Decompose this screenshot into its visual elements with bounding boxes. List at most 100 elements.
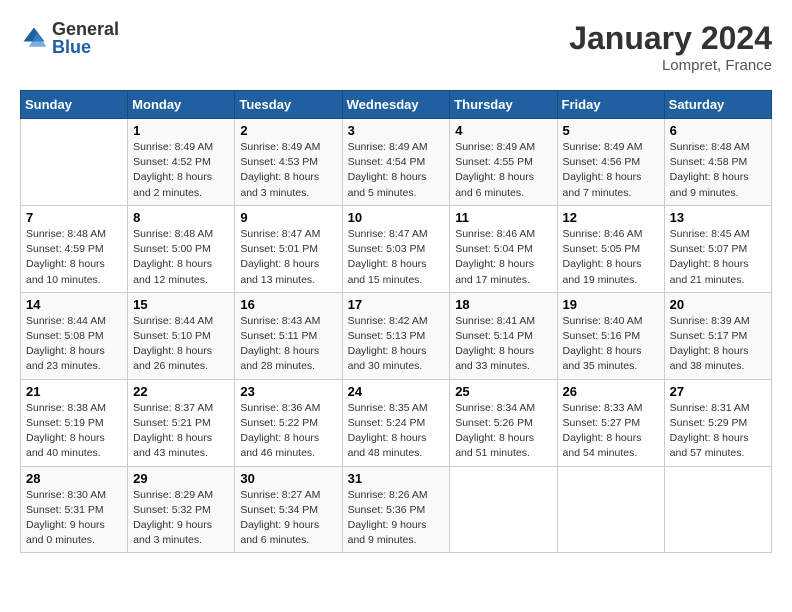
day-number: 29 — [133, 471, 229, 486]
day-number: 27 — [670, 384, 766, 399]
calendar-cell — [21, 119, 128, 206]
calendar-cell: 5 Sunrise: 8:49 AMSunset: 4:56 PMDaylight… — [557, 119, 664, 206]
day-info: Sunrise: 8:47 AMSunset: 5:01 PMDaylight:… — [240, 227, 336, 288]
day-number: 2 — [240, 123, 336, 138]
day-number: 30 — [240, 471, 336, 486]
day-info: Sunrise: 8:49 AMSunset: 4:54 PMDaylight:… — [348, 140, 445, 201]
calendar-cell: 2 Sunrise: 8:49 AMSunset: 4:53 PMDaylight… — [235, 119, 342, 206]
calendar-cell: 28 Sunrise: 8:30 AMSunset: 5:31 PMDayligh… — [21, 466, 128, 553]
day-number: 12 — [563, 210, 659, 225]
calendar-cell: 13Sunrise: 8:45 AMSunset: 5:07 PMDayligh… — [664, 205, 771, 292]
calendar-cell: 6Sunrise: 8:48 AMSunset: 4:58 PMDaylight… — [664, 119, 771, 206]
day-number: 21 — [26, 384, 122, 399]
logo-icon — [20, 24, 48, 52]
day-info: Sunrise: 8:41 AMSunset: 5:14 PMDaylight:… — [455, 314, 551, 375]
day-info: Sunrise: 8:44 AMSunset: 5:10 PMDaylight:… — [133, 314, 229, 375]
day-info: Sunrise: 8:45 AMSunset: 5:07 PMDaylight:… — [670, 227, 766, 288]
calendar-week-row: 1 Sunrise: 8:49 AMSunset: 4:52 PMDaylight… — [21, 119, 772, 206]
weekday-header-thursday: Thursday — [450, 91, 557, 119]
calendar-cell: 14Sunrise: 8:44 AMSunset: 5:08 PMDayligh… — [21, 292, 128, 379]
calendar-cell: 16Sunrise: 8:43 AMSunset: 5:11 PMDayligh… — [235, 292, 342, 379]
calendar-cell: 22 Sunrise: 8:37 AMSunset: 5:21 PMDayligh… — [128, 379, 235, 466]
calendar-cell: 15Sunrise: 8:44 AMSunset: 5:10 PMDayligh… — [128, 292, 235, 379]
day-info: Sunrise: 8:31 AMSunset: 5:29 PMDaylight:… — [670, 401, 766, 462]
calendar-cell: 24 Sunrise: 8:35 AMSunset: 5:24 PMDayligh… — [342, 379, 450, 466]
day-number: 18 — [455, 297, 551, 312]
calendar-week-row: 21Sunrise: 8:38 AMSunset: 5:19 PMDayligh… — [21, 379, 772, 466]
calendar-cell — [664, 466, 771, 553]
month-title: January 2024 — [569, 20, 772, 57]
day-number: 28 — [26, 471, 122, 486]
weekday-header-saturday: Saturday — [664, 91, 771, 119]
day-number: 1 — [133, 123, 229, 138]
calendar-cell: 9 Sunrise: 8:47 AMSunset: 5:01 PMDaylight… — [235, 205, 342, 292]
day-number: 19 — [563, 297, 659, 312]
day-number: 4 — [455, 123, 551, 138]
day-number: 11 — [455, 210, 551, 225]
day-info: Sunrise: 8:35 AMSunset: 5:24 PMDaylight:… — [348, 401, 445, 462]
day-info: Sunrise: 8:49 AMSunset: 4:53 PMDaylight:… — [240, 140, 336, 201]
calendar-cell: 23 Sunrise: 8:36 AMSunset: 5:22 PMDayligh… — [235, 379, 342, 466]
weekday-header-friday: Friday — [557, 91, 664, 119]
calendar-cell — [557, 466, 664, 553]
day-info: Sunrise: 8:47 AMSunset: 5:03 PMDaylight:… — [348, 227, 445, 288]
day-info: Sunrise: 8:48 AMSunset: 4:59 PMDaylight:… — [26, 227, 122, 288]
day-number: 24 — [348, 384, 445, 399]
calendar-cell: 25 Sunrise: 8:34 AMSunset: 5:26 PMDayligh… — [450, 379, 557, 466]
calendar-week-row: 28 Sunrise: 8:30 AMSunset: 5:31 PMDayligh… — [21, 466, 772, 553]
day-number: 26 — [563, 384, 659, 399]
day-number: 22 — [133, 384, 229, 399]
calendar-cell: 21Sunrise: 8:38 AMSunset: 5:19 PMDayligh… — [21, 379, 128, 466]
calendar-cell: 8Sunrise: 8:48 AMSunset: 5:00 PMDaylight… — [128, 205, 235, 292]
day-info: Sunrise: 8:48 AMSunset: 5:00 PMDaylight:… — [133, 227, 229, 288]
calendar-cell: 1 Sunrise: 8:49 AMSunset: 4:52 PMDaylight… — [128, 119, 235, 206]
day-info: Sunrise: 8:36 AMSunset: 5:22 PMDaylight:… — [240, 401, 336, 462]
day-number: 14 — [26, 297, 122, 312]
logo-general-text: General — [52, 20, 119, 38]
day-info: Sunrise: 8:46 AMSunset: 5:04 PMDaylight:… — [455, 227, 551, 288]
logo-blue-text: Blue — [52, 38, 119, 56]
day-number: 10 — [348, 210, 445, 225]
calendar-cell: 4 Sunrise: 8:49 AMSunset: 4:55 PMDaylight… — [450, 119, 557, 206]
day-number: 17 — [348, 297, 445, 312]
day-number: 3 — [348, 123, 445, 138]
calendar-week-row: 14Sunrise: 8:44 AMSunset: 5:08 PMDayligh… — [21, 292, 772, 379]
weekday-header-tuesday: Tuesday — [235, 91, 342, 119]
calendar-cell: 20 Sunrise: 8:39 AMSunset: 5:17 PMDayligh… — [664, 292, 771, 379]
calendar-cell: 26 Sunrise: 8:33 AMSunset: 5:27 PMDayligh… — [557, 379, 664, 466]
calendar-cell: 17 Sunrise: 8:42 AMSunset: 5:13 PMDayligh… — [342, 292, 450, 379]
calendar-cell: 30Sunrise: 8:27 AMSunset: 5:34 PMDayligh… — [235, 466, 342, 553]
day-number: 7 — [26, 210, 122, 225]
calendar-cell: 7 Sunrise: 8:48 AMSunset: 4:59 PMDaylight… — [21, 205, 128, 292]
day-number: 23 — [240, 384, 336, 399]
calendar-cell: 31 Sunrise: 8:26 AMSunset: 5:36 PMDayligh… — [342, 466, 450, 553]
day-info: Sunrise: 8:39 AMSunset: 5:17 PMDaylight:… — [670, 314, 766, 375]
day-info: Sunrise: 8:30 AMSunset: 5:31 PMDaylight:… — [26, 488, 122, 549]
weekday-header-wednesday: Wednesday — [342, 91, 450, 119]
calendar-week-row: 7 Sunrise: 8:48 AMSunset: 4:59 PMDaylight… — [21, 205, 772, 292]
day-number: 9 — [240, 210, 336, 225]
calendar-cell: 11 Sunrise: 8:46 AMSunset: 5:04 PMDayligh… — [450, 205, 557, 292]
day-info: Sunrise: 8:37 AMSunset: 5:21 PMDaylight:… — [133, 401, 229, 462]
logo-text: General Blue — [52, 20, 119, 56]
day-info: Sunrise: 8:34 AMSunset: 5:26 PMDaylight:… — [455, 401, 551, 462]
day-info: Sunrise: 8:26 AMSunset: 5:36 PMDaylight:… — [348, 488, 445, 549]
calendar-table: SundayMondayTuesdayWednesdayThursdayFrid… — [20, 90, 772, 553]
day-info: Sunrise: 8:49 AMSunset: 4:52 PMDaylight:… — [133, 140, 229, 201]
day-info: Sunrise: 8:40 AMSunset: 5:16 PMDaylight:… — [563, 314, 659, 375]
day-number: 31 — [348, 471, 445, 486]
calendar-cell: 12Sunrise: 8:46 AMSunset: 5:05 PMDayligh… — [557, 205, 664, 292]
day-info: Sunrise: 8:49 AMSunset: 4:55 PMDaylight:… — [455, 140, 551, 201]
day-number: 6 — [670, 123, 766, 138]
calendar-cell: 19 Sunrise: 8:40 AMSunset: 5:16 PMDayligh… — [557, 292, 664, 379]
day-number: 20 — [670, 297, 766, 312]
day-info: Sunrise: 8:33 AMSunset: 5:27 PMDaylight:… — [563, 401, 659, 462]
day-number: 25 — [455, 384, 551, 399]
page-header: General Blue January 2024 Lompret, Franc… — [20, 20, 772, 74]
calendar-cell: 18 Sunrise: 8:41 AMSunset: 5:14 PMDayligh… — [450, 292, 557, 379]
title-area: January 2024 Lompret, France — [569, 20, 772, 74]
day-number: 5 — [563, 123, 659, 138]
calendar-cell — [450, 466, 557, 553]
day-info: Sunrise: 8:42 AMSunset: 5:13 PMDaylight:… — [348, 314, 445, 375]
day-info: Sunrise: 8:49 AMSunset: 4:56 PMDaylight:… — [563, 140, 659, 201]
